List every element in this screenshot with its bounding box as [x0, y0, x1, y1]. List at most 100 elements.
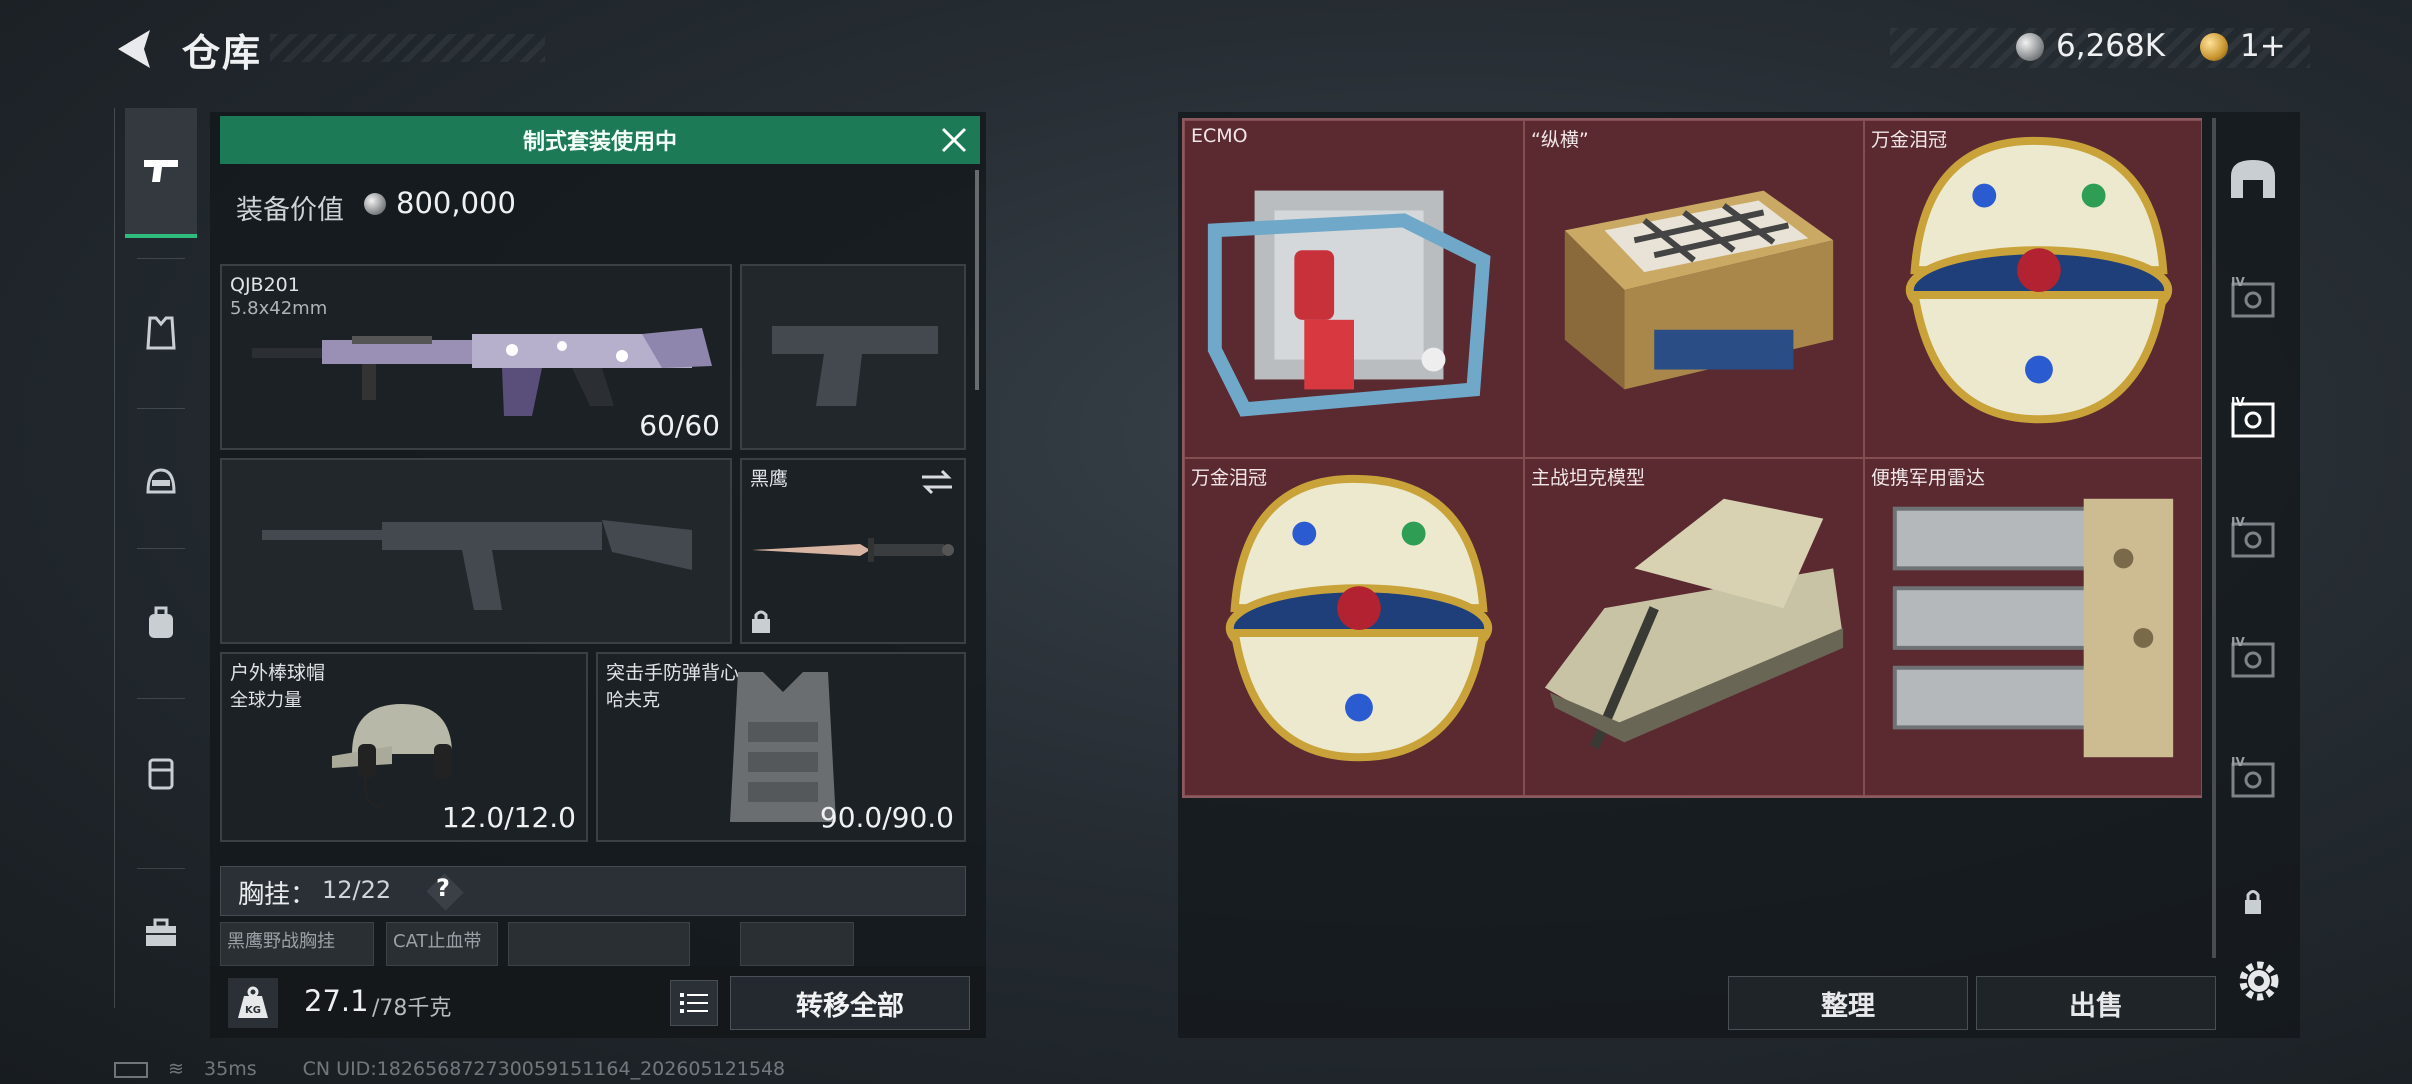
battery-icon	[114, 1061, 148, 1078]
svg-text:IV: IV	[2231, 635, 2245, 649]
safe-icon: IV	[2231, 395, 2275, 438]
swap-icon[interactable]	[920, 468, 954, 496]
primary-weapon-slot[interactable]: QJB201 5.8x42mm 60/60	[220, 264, 732, 450]
side-tab-safe[interactable]: IV	[2222, 508, 2284, 568]
helmet-slot[interactable]: 户外棒球帽 全球力量 12.0/12.0	[220, 652, 588, 842]
silver-currency-value: 6,268K	[2056, 28, 2166, 64]
chest-rig-capacity: 12/22	[322, 876, 392, 904]
side-tab-safe-active[interactable]: IV	[2222, 388, 2284, 448]
weapon-ammo: 60/60	[639, 409, 720, 442]
tank-image	[1544, 498, 1844, 750]
armor-brand: 哈夫克	[606, 690, 660, 711]
equipment-value-label: 装备价值	[236, 195, 344, 226]
armor-durability: 90.0/90.0	[819, 801, 954, 834]
left-nav	[114, 108, 206, 1008]
chest-item-slot[interactable]	[740, 922, 854, 966]
secondary-rifle-slot[interactable]	[220, 458, 732, 644]
svg-text:IV: IV	[2231, 275, 2245, 289]
secondary-weapon-slot[interactable]	[740, 264, 966, 450]
nav-item-helmet[interactable]	[125, 418, 197, 548]
transfer-all-button[interactable]: 转移全部	[730, 976, 970, 1030]
storage-item-portable-radar[interactable]: 便携军用雷达	[1864, 458, 2202, 796]
safe-icon: IV	[2231, 635, 2275, 678]
jewel-egg-image	[1225, 474, 1493, 762]
side-tab-home[interactable]	[2222, 148, 2284, 208]
storage-item-name: “纵横”	[1531, 129, 1589, 151]
status-bar: ≋ 35ms CN UID:1826568727300591511​64_202…	[114, 1058, 1014, 1084]
ecmo-image	[1207, 190, 1491, 417]
storage-item-ecmo[interactable]: ECMO	[1184, 120, 1524, 458]
nav-item-armor[interactable]	[125, 268, 197, 398]
carry-weight-max: /78千克	[372, 996, 452, 1021]
safe-icon: IV	[2231, 275, 2275, 318]
equipment-value-amount: 800,000	[396, 186, 516, 220]
settings-gear-icon[interactable]	[2232, 954, 2286, 1008]
side-tab-safe[interactable]: IV	[2222, 748, 2284, 808]
armor-slot[interactable]: 突击手防弹背心 哈夫克 90.0/90.0	[596, 652, 966, 842]
chest-item-slot[interactable]	[508, 922, 690, 966]
melee-slot[interactable]: 黑鹰	[740, 458, 966, 644]
chest-rig-label: 胸挂：	[238, 880, 317, 910]
weapon-name: QJB201	[230, 274, 300, 296]
radar-image	[1892, 498, 2174, 758]
pistol-placeholder-icon	[772, 326, 938, 406]
lock-icon	[752, 610, 770, 633]
svg-text:IV: IV	[2231, 755, 2245, 769]
safe-icon: IV	[2231, 755, 2275, 798]
preset-banner: 制式套装使用中	[220, 116, 980, 164]
pistol-icon	[144, 160, 178, 182]
weight-icon: KG	[228, 978, 278, 1028]
storage-item-jewel-egg[interactable]: 万金泪冠	[1184, 458, 1524, 796]
chest-item-slot[interactable]: 黑鹰野战胸挂	[220, 922, 374, 966]
helmet-brand: 全球力量	[230, 690, 302, 711]
jewel-egg-image	[1905, 136, 2173, 424]
storage-item-jewel-egg[interactable]: 万金泪冠	[1864, 120, 2202, 458]
nav-item-pouch[interactable]	[125, 708, 197, 838]
nav-item-toolbox[interactable]	[125, 868, 197, 998]
storage-scrollbar[interactable]	[2212, 118, 2216, 958]
storage-item-name: ECMO	[1191, 125, 1248, 147]
storage-item-name: 便携军用雷达	[1871, 467, 1986, 489]
silver-coin-icon	[364, 193, 386, 215]
knife-image	[752, 538, 954, 562]
gold-currency-value[interactable]: 1+	[2240, 28, 2286, 64]
rifle-placeholder-icon	[262, 520, 692, 610]
nav-item-backpack[interactable]	[125, 558, 197, 688]
home-icon	[2231, 160, 2275, 198]
toolbox-icon	[146, 918, 176, 946]
nav-item-weapons[interactable]	[125, 108, 197, 238]
pouch-icon	[148, 758, 174, 790]
back-button[interactable]	[110, 26, 160, 72]
storage-item-name: 万金泪冠	[1191, 467, 1268, 489]
side-tab-safe[interactable]: IV	[2222, 628, 2284, 688]
help-icon-glyph[interactable]: ?	[436, 874, 450, 902]
storage-item-name: 万金泪冠	[1871, 129, 1948, 151]
user-uid: CN UID:1826568727300591511​64_2026051215…	[302, 1058, 786, 1080]
svg-text:IV: IV	[2231, 515, 2245, 529]
chest-item-slot[interactable]: CAT止血带	[386, 922, 498, 966]
helmet-name: 户外棒球帽	[230, 662, 326, 684]
sort-button[interactable]: 整理	[1728, 976, 1968, 1030]
storage-item-chess-set[interactable]: “纵横”	[1524, 120, 1864, 458]
side-tab-locked[interactable]	[2222, 872, 2284, 932]
storage-grid: ECMO “纵横” 万金泪冠 万金泪冠 主战坦克模型 便携军用雷达	[1182, 118, 2202, 798]
list-icon	[680, 993, 708, 1013]
silver-coin-icon	[2016, 33, 2044, 61]
page-title: 仓库	[182, 31, 263, 75]
wifi-icon: ≋	[168, 1058, 184, 1080]
helmet-icon	[146, 468, 176, 494]
loadout-scrollbar[interactable]	[975, 170, 979, 390]
safe-icon: IV	[2231, 515, 2275, 558]
storage-item-name: 主战坦克模型	[1531, 467, 1646, 489]
storage-item-tank-model[interactable]: 主战坦克模型	[1524, 458, 1864, 796]
side-tab-safe[interactable]: IV	[2222, 268, 2284, 328]
melee-name: 黑鹰	[750, 468, 789, 490]
back-arrow-icon	[118, 30, 150, 68]
lock-icon	[2245, 890, 2261, 914]
backpack-icon	[149, 606, 173, 638]
close-icon[interactable]	[934, 120, 974, 160]
title-decoration	[270, 34, 545, 62]
sell-button[interactable]: 出售	[1976, 976, 2216, 1030]
carry-weight-value: 27.1	[304, 984, 369, 1018]
list-view-button[interactable]	[670, 980, 718, 1026]
